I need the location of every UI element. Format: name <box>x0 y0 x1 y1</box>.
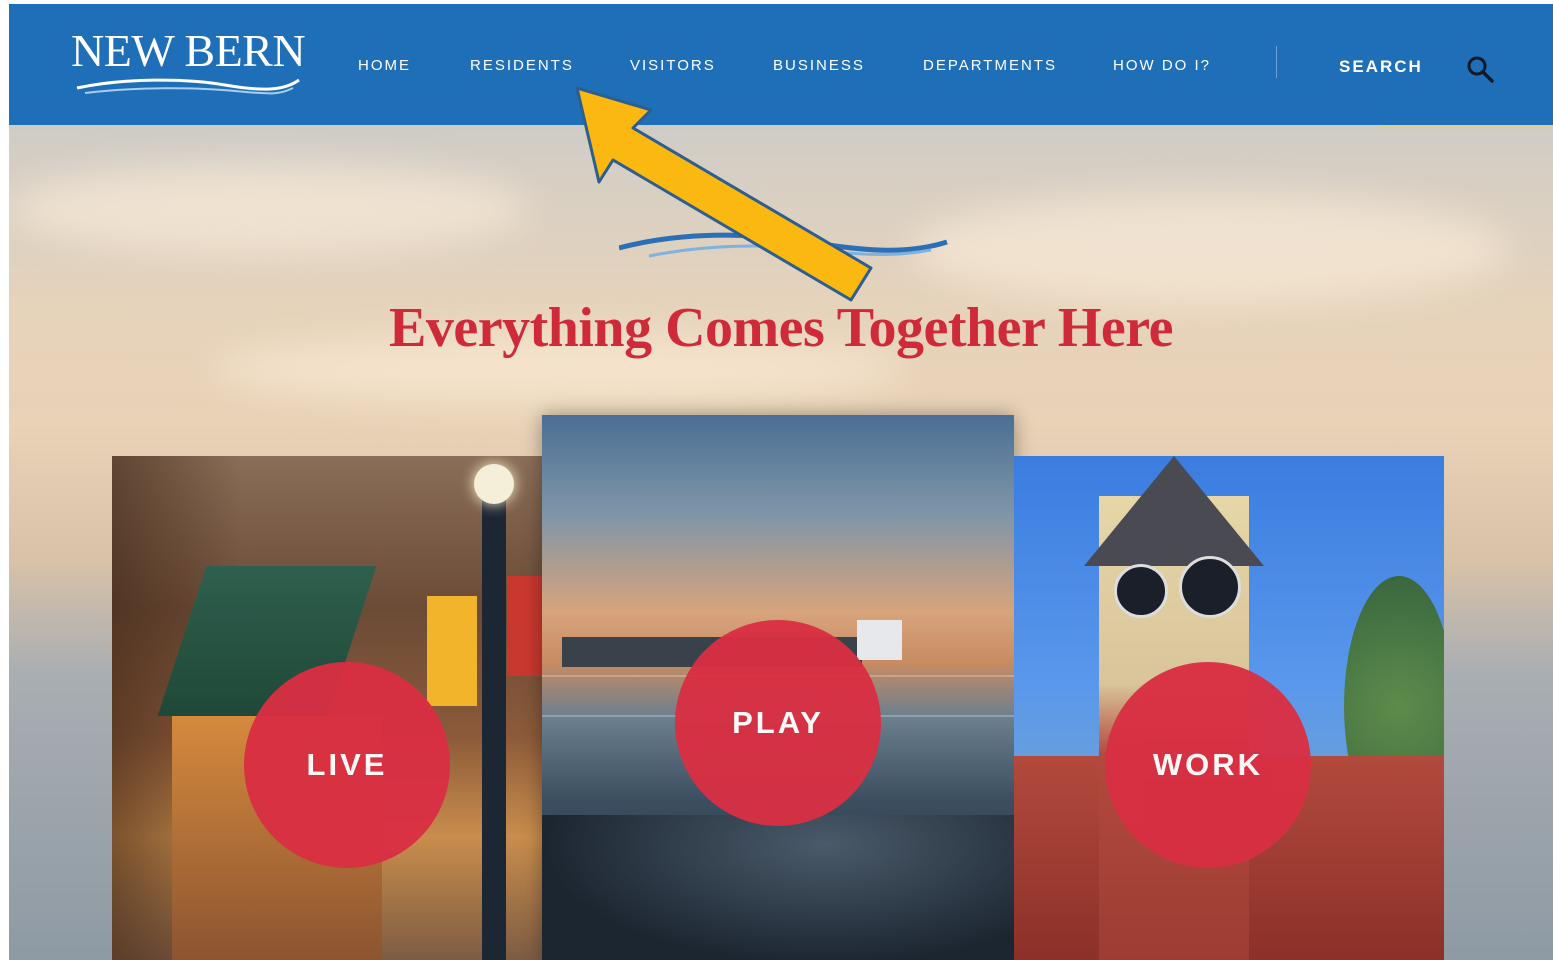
nav-home[interactable]: HOME <box>358 57 411 74</box>
clock-icon <box>1179 556 1241 618</box>
annotation-arrow-icon <box>575 86 873 302</box>
cloud-decoration <box>909 194 1509 304</box>
lamp-post-decoration <box>482 496 506 960</box>
search-icon[interactable] <box>1465 54 1495 84</box>
cloud-decoration <box>9 164 529 254</box>
work-button[interactable]: WORK <box>1105 662 1311 868</box>
banner-decoration <box>507 576 542 676</box>
logo-text: NEW BERN <box>71 25 306 76</box>
bridge-house-decoration <box>857 620 902 660</box>
nav-departments[interactable]: DEPARTMENTS <box>923 57 1057 74</box>
nav-divider <box>1276 46 1277 78</box>
nav-business[interactable]: BUSINESS <box>773 57 865 74</box>
live-button[interactable]: LIVE <box>244 662 450 868</box>
nav-accent-line <box>1380 125 1553 128</box>
banner-decoration <box>427 596 477 706</box>
nav-visitors[interactable]: VISITORS <box>630 57 716 74</box>
tower-roof-decoration <box>1084 456 1264 566</box>
lamp-globe-decoration <box>474 464 514 504</box>
site-logo[interactable]: NEW BERN <box>71 25 306 98</box>
nav-residents[interactable]: RESIDENTS <box>470 57 574 74</box>
play-button[interactable]: PLAY <box>675 620 881 826</box>
search-button[interactable]: SEARCH <box>1339 57 1423 77</box>
nav-how-do-i[interactable]: HOW DO I? <box>1113 57 1211 74</box>
page-frame: NEW BERN HOME RESIDENTS VISITORS BUSINES… <box>9 4 1553 960</box>
clock-icon <box>1114 564 1168 618</box>
logo-wave-icon <box>76 78 300 95</box>
wave-decoration <box>542 815 1014 960</box>
